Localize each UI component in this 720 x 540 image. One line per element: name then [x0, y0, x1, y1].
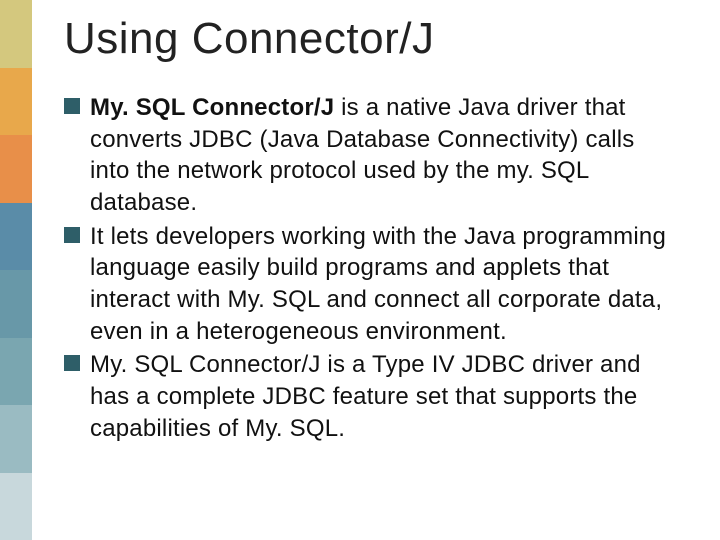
decorative-sidebar: [0, 0, 32, 540]
bullet-item: My. SQL Connector/J is a native Java dri…: [64, 92, 680, 219]
bullet-item: My. SQL Connector/J is a Type IV JDBC dr…: [64, 349, 680, 444]
bullet-item: It lets developers working with the Java…: [64, 221, 680, 348]
bullet-text: My. SQL Connector/J is a Type IV JDBC dr…: [90, 349, 680, 444]
bullet-text: It lets developers working with the Java…: [90, 221, 680, 348]
bullet-square-icon: [64, 355, 80, 371]
bullet-text: My. SQL Connector/J is a native Java dri…: [90, 92, 680, 219]
bullet-list: My. SQL Connector/J is a native Java dri…: [64, 92, 680, 446]
bullet-square-icon: [64, 227, 80, 243]
bullet-square-icon: [64, 98, 80, 114]
slide-title: Using Connector/J: [64, 14, 434, 64]
